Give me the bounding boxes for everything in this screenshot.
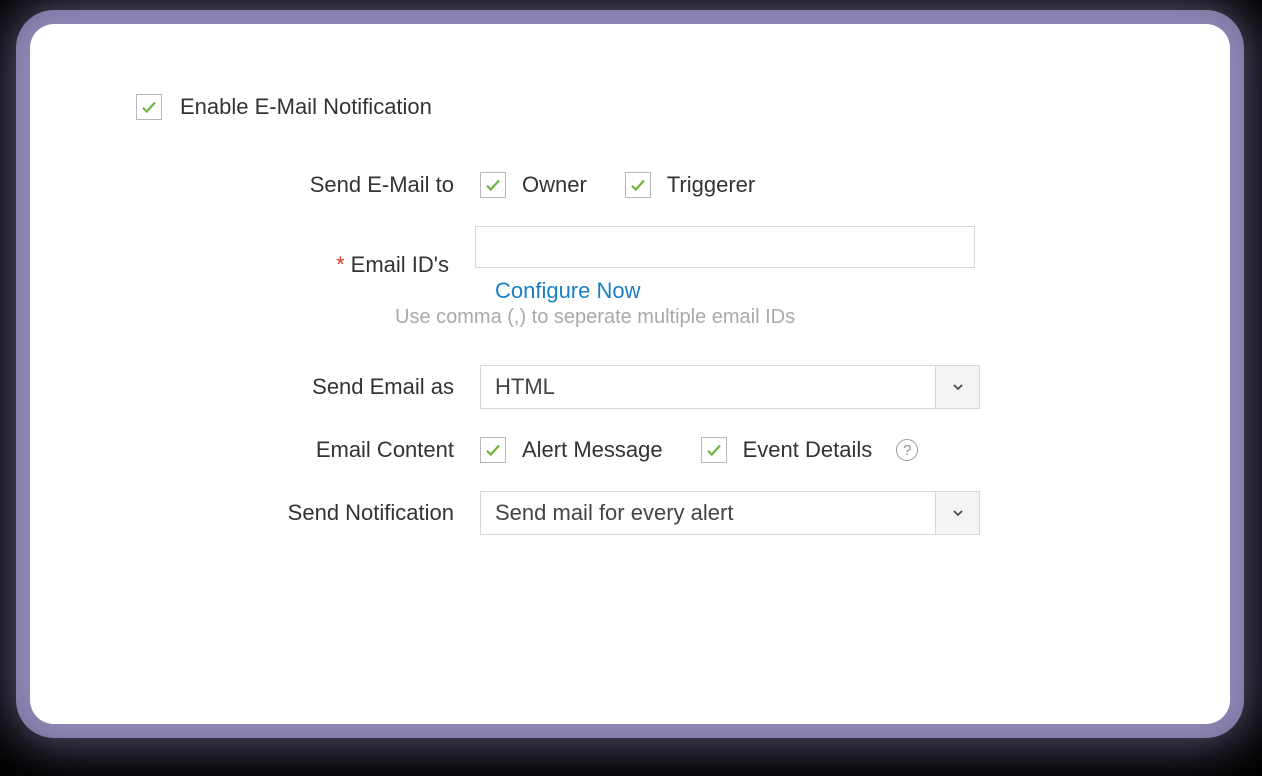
- event-details-checkbox[interactable]: [701, 437, 727, 463]
- enable-checkbox[interactable]: [136, 94, 162, 120]
- triggerer-label: Triggerer: [667, 172, 755, 198]
- enable-row: Enable E-Mail Notification: [136, 94, 1140, 120]
- chevron-down-icon: [950, 505, 966, 521]
- email-ids-row: *Email ID's Configure Now: [130, 226, 1140, 304]
- check-icon: [484, 441, 502, 459]
- check-icon: [629, 176, 647, 194]
- email-ids-input[interactable]: [475, 226, 975, 268]
- email-ids-label: *Email ID's: [130, 252, 475, 278]
- event-details-label: Event Details: [743, 437, 873, 463]
- email-ids-helper: Use comma (,) to seperate multiple email…: [395, 306, 1140, 329]
- help-icon[interactable]: ?: [896, 439, 918, 461]
- chevron-down-icon: [950, 379, 966, 395]
- check-icon: [140, 98, 158, 116]
- send-as-select[interactable]: HTML: [480, 365, 980, 409]
- check-icon: [484, 176, 502, 194]
- alert-message-label: Alert Message: [522, 437, 663, 463]
- send-notification-row: Send Notification Send mail for every al…: [130, 491, 1140, 535]
- email-ids-label-text: Email ID's: [351, 252, 449, 277]
- enable-label: Enable E-Mail Notification: [180, 94, 432, 120]
- owner-label: Owner: [522, 172, 587, 198]
- send-notification-select[interactable]: Send mail for every alert: [480, 491, 980, 535]
- check-icon: [705, 441, 723, 459]
- send-notification-value: Send mail for every alert: [481, 492, 935, 534]
- send-notification-dropdown-button[interactable]: [935, 492, 979, 534]
- email-content-label: Email Content: [130, 437, 480, 463]
- triggerer-checkbox[interactable]: [625, 172, 651, 198]
- required-mark: *: [336, 252, 345, 277]
- email-content-row: Email Content Alert Message Event Detail…: [130, 437, 1140, 463]
- owner-checkbox[interactable]: [480, 172, 506, 198]
- send-as-label: Send Email as: [130, 374, 480, 400]
- send-as-value: HTML: [481, 366, 935, 408]
- send-as-row: Send Email as HTML: [130, 365, 1140, 409]
- alert-message-checkbox[interactable]: [480, 437, 506, 463]
- send-notification-label: Send Notification: [130, 500, 480, 526]
- send-to-row: Send E-Mail to Owner Triggerer: [130, 172, 1140, 198]
- notification-settings-panel: Enable E-Mail Notification Send E-Mail t…: [30, 24, 1230, 724]
- send-as-dropdown-button[interactable]: [935, 366, 979, 408]
- send-to-label: Send E-Mail to: [130, 172, 480, 198]
- configure-now-link[interactable]: Configure Now: [495, 278, 641, 304]
